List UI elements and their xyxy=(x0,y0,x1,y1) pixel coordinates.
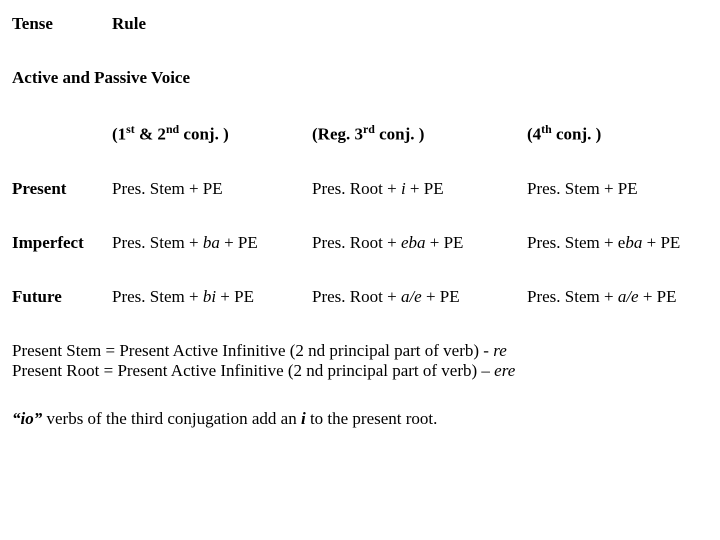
text: + PE xyxy=(216,287,254,306)
cell: Pres. Stem + eba + PE xyxy=(527,233,717,253)
cell: Pres. Root + eba + PE xyxy=(312,233,527,253)
note-io-verbs: “io” verbs of the third conjugation add … xyxy=(12,409,708,429)
text: to the present root. xyxy=(306,409,438,428)
cell: Pres. Stem + PE xyxy=(527,179,717,199)
ordinal-sup: th xyxy=(541,122,552,136)
ordinal-sup: nd xyxy=(166,122,179,136)
text: Pres. Root + xyxy=(312,287,401,306)
italic-text: ere xyxy=(494,361,515,380)
text: + PE xyxy=(220,233,258,252)
text: Present Stem = Present Active Infinitive… xyxy=(12,341,493,360)
document-page: Tense Rule Active and Passive Voice (1st… xyxy=(0,0,720,443)
ordinal-sup: st xyxy=(126,122,135,136)
text: Pres. Root + xyxy=(312,233,401,252)
row-label: Imperfect xyxy=(12,233,112,253)
row-label: Present xyxy=(12,179,112,199)
header-row: Tense Rule xyxy=(12,14,708,34)
cell: Pres. Stem + ba + PE xyxy=(112,233,312,253)
bold-italic-text: “io” xyxy=(12,409,46,428)
text: Pres. Stem + xyxy=(527,287,618,306)
text: verbs of the third conjugation add an xyxy=(46,409,300,428)
text: + PE xyxy=(422,287,460,306)
text: + PE xyxy=(406,179,444,198)
col-header-4th: (4th conj. ) xyxy=(527,122,717,145)
header-rule: Rule xyxy=(112,14,146,34)
ordinal-sup: rd xyxy=(363,122,375,136)
column-subheaders: (1st & 2nd conj. ) (Reg. 3rd conj. ) (4t… xyxy=(12,122,708,145)
note-present-stem: Present Stem = Present Active Infinitive… xyxy=(12,341,708,361)
text: Present Root = Present Active Infinitive… xyxy=(12,361,494,380)
header-tense: Tense xyxy=(12,14,112,34)
text: Pres. Stem + xyxy=(112,287,203,306)
row-imperfect: Imperfect Pres. Stem + ba + PE Pres. Roo… xyxy=(12,233,708,253)
italic-text: eba xyxy=(401,233,426,252)
cell: Pres. Stem + a/e + PE xyxy=(527,287,717,307)
row-label: Future xyxy=(12,287,112,307)
text: conj. ) xyxy=(179,125,229,144)
col-header-3rd: (Reg. 3rd conj. ) xyxy=(312,122,527,145)
row-future: Future Pres. Stem + bi + PE Pres. Root +… xyxy=(12,287,708,307)
col-header-1st-2nd: (1st & 2nd conj. ) xyxy=(112,122,312,145)
text: & 2 xyxy=(135,125,166,144)
cell: Pres. Root + a/e + PE xyxy=(312,287,527,307)
italic-text: re xyxy=(493,341,507,360)
note-present-root: Present Root = Present Active Infinitive… xyxy=(12,361,708,381)
text: (1 xyxy=(112,125,126,144)
text: conj. ) xyxy=(375,125,425,144)
cell: Pres. Stem + PE xyxy=(112,179,312,199)
italic-text: bi xyxy=(203,287,216,306)
text: conj. ) xyxy=(552,125,602,144)
section-title: Active and Passive Voice xyxy=(12,68,708,88)
cell: Pres. Stem + bi + PE xyxy=(112,287,312,307)
text: Pres. Root + xyxy=(312,179,401,198)
text: Pres. Stem + e xyxy=(527,233,625,252)
text: + PE xyxy=(425,233,463,252)
italic-text: ba xyxy=(203,233,220,252)
row-present: Present Pres. Stem + PE Pres. Root + i +… xyxy=(12,179,708,199)
text: + PE xyxy=(639,287,677,306)
text: Pres. Stem + xyxy=(112,233,203,252)
text: (Reg. 3 xyxy=(312,125,363,144)
italic-text: ba xyxy=(625,233,642,252)
italic-text: a/e xyxy=(401,287,422,306)
italic-text: a/e xyxy=(618,287,639,306)
text: (4 xyxy=(527,125,541,144)
cell: Pres. Root + i + PE xyxy=(312,179,527,199)
text: + PE xyxy=(642,233,680,252)
